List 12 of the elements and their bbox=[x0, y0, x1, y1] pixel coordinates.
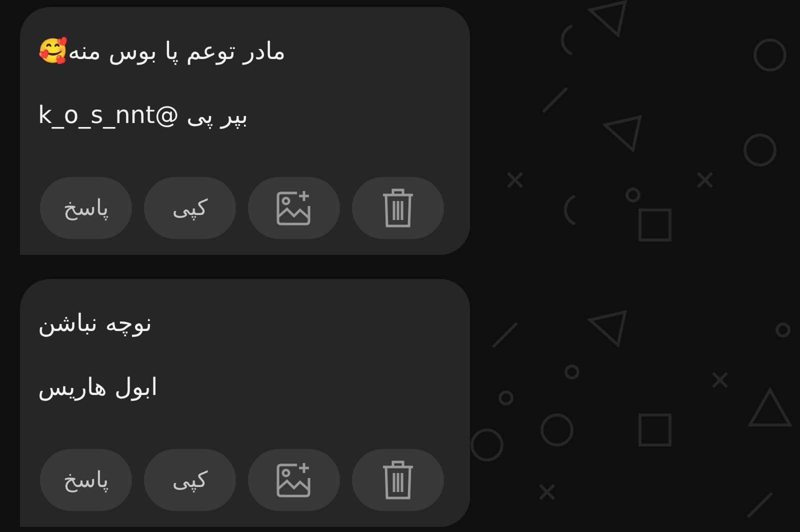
copy-button[interactable]: کپی bbox=[144, 449, 236, 511]
trash-icon bbox=[381, 460, 415, 500]
message-text: ابول هاریس bbox=[38, 372, 158, 403]
image-add-icon bbox=[275, 189, 313, 227]
message-text: نوچه نباشن bbox=[38, 308, 152, 339]
reply-button[interactable]: پاسخ bbox=[40, 449, 132, 511]
image-add-icon bbox=[275, 461, 313, 499]
message-text: مادر توعم پا بوس منه🥰 bbox=[38, 36, 286, 67]
copy-button[interactable]: کپی bbox=[144, 177, 236, 239]
trash-icon bbox=[381, 188, 415, 228]
message-text: بپر پی @k_o_s_nnt bbox=[38, 100, 248, 131]
reply-button[interactable]: پاسخ bbox=[40, 177, 132, 239]
